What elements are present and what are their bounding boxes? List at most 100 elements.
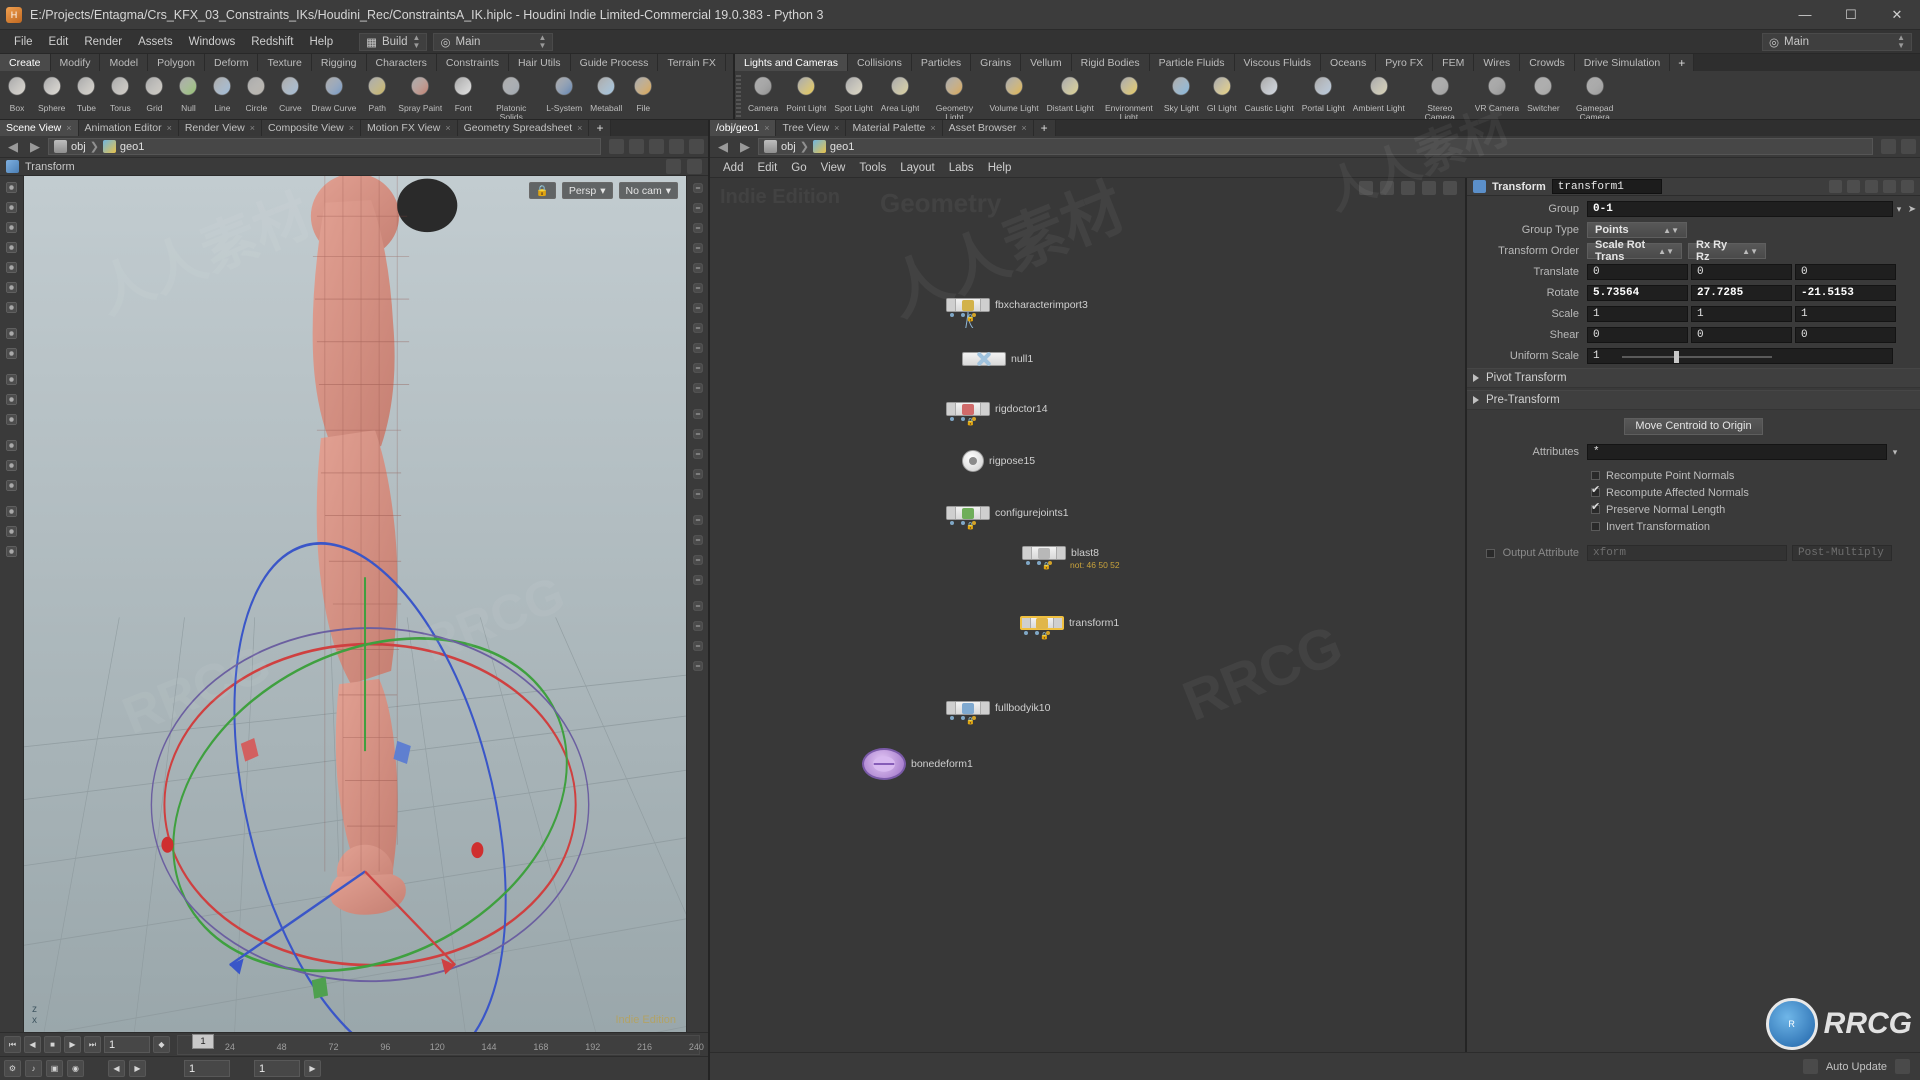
pane-add-tab-left[interactable]: + [589, 120, 612, 136]
network-path-field[interactable]: obj ❯ geo1 [758, 138, 1873, 155]
close-icon[interactable]: × [1021, 123, 1026, 133]
shelf-tab-left-texture[interactable]: Texture [258, 54, 312, 71]
checkbox-output-attribute[interactable] [1485, 548, 1495, 558]
shelf-tool-gamepad-camera[interactable]: Gamepad Camera [1564, 73, 1626, 119]
node-body[interactable] [1020, 616, 1064, 630]
viewport-tool-texture-icon[interactable] [688, 318, 708, 337]
pane-tab-right-material-palette[interactable]: Material Palette × [846, 120, 943, 136]
pane-tab-left-motion-fx-view[interactable]: Motion FX View × [361, 120, 458, 136]
parm-field-rotate-y[interactable]: 27.7285 [1691, 285, 1792, 301]
viewport-tool-flipbook-icon[interactable] [688, 444, 708, 463]
shelf-tool-circle[interactable]: Circle [239, 73, 273, 114]
shelf-tool-sphere[interactable]: Sphere [34, 73, 69, 114]
parm-check-preserve-normal-length[interactable]: Preserve Normal Length [1467, 500, 1920, 518]
menu-assets[interactable]: Assets [130, 33, 181, 51]
network-path-node[interactable]: geo1 [830, 141, 854, 153]
shelf-tab-right-vellum[interactable]: Vellum [1021, 54, 1072, 71]
shelf-tool-spray-paint[interactable]: Spray Paint [394, 73, 446, 114]
parm-field-group[interactable]: 0-1 [1587, 201, 1893, 217]
shelf-tool-file[interactable]: File [626, 73, 660, 114]
parm-check-recompute-affected-normals[interactable]: Recompute Affected Normals [1467, 483, 1920, 501]
parm-field-output-attribute[interactable]: xform [1587, 545, 1787, 561]
network-node-rigdoctor14[interactable]: rigdoctor14 🔒 [946, 402, 1048, 426]
viewport-tool-numbers-icon[interactable] [688, 510, 708, 529]
viewport-tool-snapshot-icon[interactable] [688, 424, 708, 443]
parm-field-translate-z[interactable]: 0 [1795, 264, 1896, 280]
viewport-tool-paint-icon[interactable] [2, 390, 22, 409]
pane-tab-left-scene-view[interactable]: Scene View × [0, 120, 79, 136]
shelf-tool-line[interactable]: Line [205, 73, 239, 114]
viewport-tool-locate-icon[interactable] [688, 596, 708, 615]
network-layout-icon[interactable] [1422, 181, 1436, 195]
shelf-tab-right-pyro-fx[interactable]: Pyro FX [1376, 54, 1434, 71]
parm-check-recompute-point-normals[interactable]: Recompute Point Normals [1467, 467, 1920, 484]
menu-redshift[interactable]: Redshift [243, 33, 301, 51]
viewport-tool-vertex-icon[interactable] [2, 456, 22, 475]
shelf-tab-left-create[interactable]: Create [0, 54, 51, 71]
parm-section-pre-transform[interactable]: Pre-Transform [1467, 390, 1920, 410]
network-node-configurejoints1[interactable]: configurejoints1 🔒 [946, 506, 1069, 530]
group-select-arrow-icon[interactable]: ➤ [1905, 204, 1919, 215]
close-icon[interactable]: × [445, 123, 450, 133]
shelf-tab-right-wires[interactable]: Wires [1474, 54, 1521, 71]
network-pin-icon[interactable] [1881, 139, 1896, 154]
shelf-tool-geometry-light[interactable]: Geometry Light [923, 73, 985, 119]
shelf-tool-gi-light[interactable]: GI Light [1203, 73, 1241, 114]
shelf-tab-right-lights-and-cameras[interactable]: Lights and Cameras [735, 54, 848, 71]
viewport-tool-view-icon[interactable] [2, 344, 22, 363]
viewport-tool-measure-tool-icon[interactable] [688, 484, 708, 503]
parm-menu-output-attribute-mode[interactable]: Post-Multiply [1792, 545, 1892, 561]
shelf-tool-ambient-light[interactable]: Ambient Light [1349, 73, 1409, 114]
viewport-tool-scale-icon[interactable] [2, 298, 22, 317]
checkbox-recompute-affected-normals[interactable] [1591, 483, 1600, 497]
range-expand-button[interactable]: ▶ [304, 1060, 321, 1077]
viewport-tool-display-options-icon[interactable] [688, 178, 708, 197]
shelf-tab-right-grains[interactable]: Grains [971, 54, 1022, 71]
viewport-menu-icon[interactable] [687, 159, 702, 174]
viewport-tool-select-icon[interactable] [2, 178, 22, 197]
shelf-tab-left-guide-process[interactable]: Guide Process [570, 54, 659, 71]
parm-field-translate-y[interactable]: 0 [1691, 264, 1792, 280]
shelf-tool-environment-light[interactable]: Environment Light [1098, 73, 1160, 119]
playbar-settings-icon[interactable]: ⚙ [4, 1060, 21, 1077]
auto-update-label[interactable]: Auto Update [1826, 1061, 1887, 1073]
shelf-tool-stereo-camera[interactable]: Stereo Camera [1409, 73, 1471, 119]
node-body[interactable] [946, 701, 990, 715]
uniform-scale-knob[interactable] [1674, 351, 1679, 363]
shelf-tool-camera[interactable]: Camera [744, 73, 782, 114]
parm-field-rotate-z[interactable]: -21.5153 [1795, 285, 1896, 301]
close-icon[interactable]: × [250, 123, 255, 133]
network-path-root[interactable]: obj [781, 141, 796, 153]
menu-render[interactable]: Render [76, 33, 130, 51]
node-body[interactable] [946, 506, 990, 520]
forward-icon[interactable]: ▶ [26, 139, 44, 155]
pane-tab-right-obj-geo1[interactable]: /obj/geo1 × [710, 120, 777, 136]
shelf-tab-left-modify[interactable]: Modify [50, 54, 101, 71]
network-node-fullbodyik10[interactable]: fullbodyik10 🔒 [946, 701, 1050, 725]
range-next-button[interactable]: ▶ [129, 1060, 146, 1077]
close-button[interactable]: ✕ [1874, 0, 1920, 30]
timeline-stop-button[interactable]: ■ [44, 1036, 61, 1053]
pane-tab-left-geometry-spreadsheet[interactable]: Geometry Spreadsheet × [457, 120, 590, 136]
pane-tab-left-animation-editor[interactable]: Animation Editor × [78, 120, 179, 136]
parm-field-rotate-x[interactable]: 5.73564 [1587, 285, 1688, 301]
minimize-button[interactable]: — [1782, 0, 1828, 30]
viewport-tool-guides-icon[interactable] [688, 530, 708, 549]
viewport-tool-visualize-icon[interactable] [688, 656, 708, 675]
shelf-tool-platonic-solids[interactable]: Platonic Solids [480, 73, 542, 119]
shelf-tool-vr-camera[interactable]: VR Camera [1471, 73, 1523, 114]
network-node-rigpose15[interactable]: rigpose15 [962, 450, 1035, 472]
node-body[interactable] [962, 450, 984, 472]
menu-edit[interactable]: Edit [41, 33, 77, 51]
parm-menu-transform-order[interactable]: Scale Rot Trans ▲▼ [1587, 239, 1682, 263]
timeline-ruler[interactable]: 1 24 48 72 96 120 144 168 192 216 240 [177, 1033, 704, 1055]
viewport-tool-camera-lock-icon[interactable] [688, 338, 708, 357]
parm-menu-rotate-order[interactable]: Rx Ry Rz ▲▼ [1688, 239, 1766, 263]
scene-path-node[interactable]: geo1 [120, 141, 144, 153]
node-body[interactable] [862, 748, 906, 780]
timeline-key-button[interactable]: ◆ [153, 1036, 170, 1053]
viewport-tool-brush-icon[interactable] [2, 218, 22, 237]
viewport-tool-render-region-icon[interactable] [688, 464, 708, 483]
parm-field-shear-x[interactable]: 0 [1587, 327, 1688, 343]
parm-field-translate-x[interactable]: 0 [1587, 264, 1688, 280]
